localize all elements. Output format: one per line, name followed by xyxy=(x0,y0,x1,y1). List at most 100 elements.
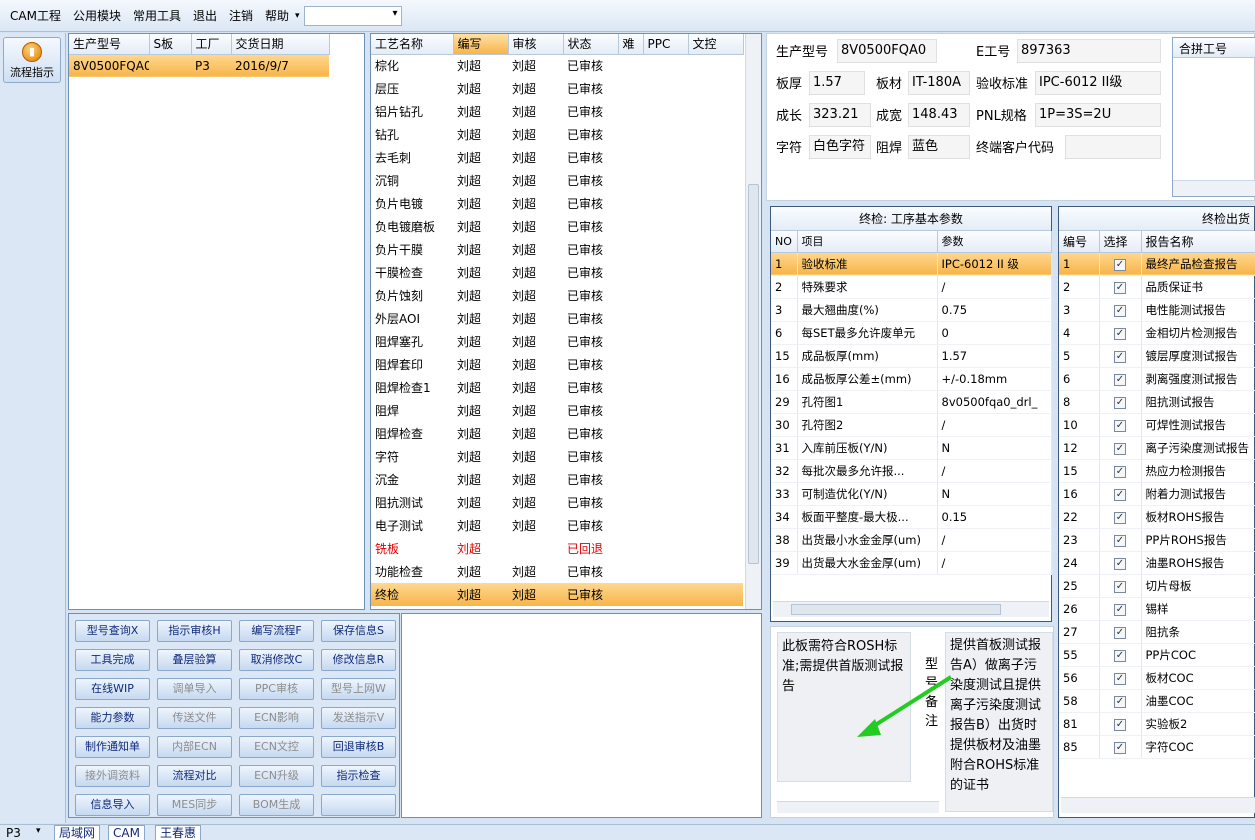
checkbox-checked-icon[interactable]: ✓ xyxy=(1114,650,1126,662)
scroll-thumb[interactable] xyxy=(791,604,1001,615)
report-row[interactable]: 5 ✓ 镀层厚度测试报告 xyxy=(1059,344,1255,368)
model-col-header[interactable]: 生产型号 xyxy=(69,34,150,55)
params-col-header[interactable]: 参数 xyxy=(937,231,1052,253)
chevron-down-icon[interactable]: ▾ xyxy=(295,11,300,21)
tab-user[interactable]: 王春惠 xyxy=(155,825,202,840)
process-row[interactable]: 铣板 刘超 已回退 xyxy=(371,537,743,560)
report-row[interactable]: 2 ✓ 品质保证书 xyxy=(1059,275,1255,299)
process-row[interactable]: 铝片钻孔 刘超 刘超 已审核 xyxy=(371,100,743,123)
action-button[interactable]: 取消修改C xyxy=(239,649,314,671)
combine-list[interactable]: 合拼工号 xyxy=(1172,37,1255,197)
notes-hscrollbar[interactable] xyxy=(777,801,939,813)
params-hscrollbar[interactable] xyxy=(773,601,1049,617)
process-col-header[interactable]: PPC xyxy=(643,34,689,55)
report-row[interactable]: 16 ✓ 附着力测试报告 xyxy=(1059,482,1255,506)
report-row[interactable]: 6 ✓ 剥离强度测试报告 xyxy=(1059,367,1255,391)
action-button[interactable]: 工具完成 xyxy=(75,649,150,671)
checkbox-checked-icon[interactable]: ✓ xyxy=(1114,305,1126,317)
params-row[interactable]: 16 成品板厚公差±(mm) +/-0.18mm xyxy=(771,367,1052,391)
action-button[interactable]: ECN文控 xyxy=(239,736,314,758)
tab-cam[interactable]: CAM xyxy=(108,825,145,840)
menu-item-3[interactable]: 退出 xyxy=(187,7,223,24)
checkbox-checked-icon[interactable]: ✓ xyxy=(1114,604,1126,616)
action-button[interactable]: MES同步 xyxy=(157,794,232,816)
menu-item-4[interactable]: 注销 xyxy=(223,7,259,24)
process-vscrollbar[interactable] xyxy=(745,34,761,609)
checkbox-checked-icon[interactable]: ✓ xyxy=(1114,397,1126,409)
checkbox-checked-icon[interactable]: ✓ xyxy=(1114,627,1126,639)
params-row[interactable]: 15 成品板厚(mm) 1.57 xyxy=(771,344,1052,368)
params-row[interactable]: 1 验收标准 IPC-6012 II 级 xyxy=(771,252,1052,276)
params-row[interactable]: 3 最大翘曲度(%) 0.75 xyxy=(771,298,1052,322)
report-row[interactable]: 27 ✓ 阻抗条 xyxy=(1059,620,1255,644)
report-row[interactable]: 22 ✓ 板材ROHS报告 xyxy=(1059,505,1255,529)
action-button[interactable]: 指示审核H xyxy=(157,620,232,642)
report-row[interactable]: 8 ✓ 阻抗测试报告 xyxy=(1059,390,1255,414)
checkbox-checked-icon[interactable]: ✓ xyxy=(1114,351,1126,363)
process-row[interactable]: 负片干膜 刘超 刘超 已审核 xyxy=(371,238,743,261)
params-row[interactable]: 38 出货最小水金金厚(um) / xyxy=(771,528,1052,552)
len-field[interactable]: 323.21 xyxy=(809,103,871,127)
report-row[interactable]: 4 ✓ 金相切片检测报告 xyxy=(1059,321,1255,345)
checkbox-checked-icon[interactable]: ✓ xyxy=(1114,489,1126,501)
checkbox-checked-icon[interactable]: ✓ xyxy=(1114,466,1126,478)
checkbox-checked-icon[interactable]: ✓ xyxy=(1114,512,1126,524)
prod-field[interactable]: 8V0500FQA0 xyxy=(837,39,937,63)
action-button[interactable]: 编写流程F xyxy=(239,620,314,642)
action-button[interactable]: 能力参数 xyxy=(75,707,150,729)
checkbox-checked-icon[interactable]: ✓ xyxy=(1114,581,1126,593)
action-button[interactable]: 传送文件 xyxy=(157,707,232,729)
process-row[interactable]: 负片电镀 刘超 刘超 已审核 xyxy=(371,192,743,215)
toolbar-dropdown[interactable] xyxy=(303,5,402,26)
checkbox-checked-icon[interactable]: ✓ xyxy=(1114,282,1126,294)
process-row[interactable]: 字符 刘超 刘超 已审核 xyxy=(371,445,743,468)
process-row[interactable]: 钻孔 刘超 刘超 已审核 xyxy=(371,123,743,146)
process-row[interactable]: 负电镀磨板 刘超 刘超 已审核 xyxy=(371,215,743,238)
report-row[interactable]: 12 ✓ 离子污染度测试报告 xyxy=(1059,436,1255,460)
mask-field[interactable]: 蓝色 xyxy=(908,135,970,159)
action-button[interactable]: 型号上网W xyxy=(321,678,396,700)
checkbox-checked-icon[interactable]: ✓ xyxy=(1114,443,1126,455)
note-right-text[interactable]: 提供首板测试报告A）做离子污染度测试且提供离子污染度测试报告B）出货时提供板材及… xyxy=(945,632,1053,812)
cust-field[interactable] xyxy=(1065,135,1161,159)
process-col-header[interactable]: 编写 xyxy=(453,34,509,55)
reports-col-header[interactable]: 编号 xyxy=(1059,231,1100,253)
process-row[interactable]: 外层AOI 刘超 刘超 已审核 xyxy=(371,307,743,330)
model-col-header[interactable]: 工厂 xyxy=(191,34,232,55)
params-row[interactable]: 29 孔符图1 8v0500fqa0_drl_ xyxy=(771,390,1052,414)
action-button[interactable]: 指示检查 xyxy=(321,765,396,787)
checkbox-checked-icon[interactable]: ✓ xyxy=(1114,742,1126,754)
report-row[interactable]: 3 ✓ 电性能测试报告 xyxy=(1059,298,1255,322)
scroll-thumb[interactable] xyxy=(748,184,759,564)
params-col-header[interactable]: NO xyxy=(771,231,798,253)
report-row[interactable]: 26 ✓ 锡样 xyxy=(1059,597,1255,621)
action-button[interactable]: ECN升级 xyxy=(239,765,314,787)
report-row[interactable]: 1 ✓ 最终产品检查报告 xyxy=(1059,252,1255,276)
params-row[interactable]: 2 特殊要求 / xyxy=(771,275,1052,299)
action-button[interactable]: 回退审核B xyxy=(321,736,396,758)
action-button[interactable]: 接外调资料 xyxy=(75,765,150,787)
process-row[interactable]: 终检 刘超 刘超 已审核 xyxy=(371,583,743,606)
params-row[interactable]: 33 可制造优化(Y/N) N xyxy=(771,482,1052,506)
checkbox-checked-icon[interactable]: ✓ xyxy=(1114,328,1126,340)
action-button[interactable]: 在线WIP xyxy=(75,678,150,700)
process-row[interactable]: 阻焊塞孔 刘超 刘超 已审核 xyxy=(371,330,743,353)
report-row[interactable]: 56 ✓ 板材COC xyxy=(1059,666,1255,690)
checkbox-checked-icon[interactable]: ✓ xyxy=(1114,673,1126,685)
report-row[interactable]: 24 ✓ 油墨ROHS报告 xyxy=(1059,551,1255,575)
flow-indicator-button[interactable]: ▮ 流程指示 xyxy=(3,37,61,83)
params-row[interactable]: 30 孔符图2/ xyxy=(771,413,1052,437)
report-row[interactable]: 81 ✓ 实验板2 xyxy=(1059,712,1255,736)
checkbox-checked-icon[interactable]: ✓ xyxy=(1114,535,1126,547)
params-row[interactable]: 31 入库前压板(Y/N) N xyxy=(771,436,1052,460)
menu-item-0[interactable]: CAM工程 xyxy=(4,7,67,24)
process-row[interactable]: 沉铜 刘超 刘超 已审核 xyxy=(371,169,743,192)
report-row[interactable]: 58 ✓ 油墨COC xyxy=(1059,689,1255,713)
process-col-header[interactable]: 文控 xyxy=(688,34,744,55)
report-row[interactable]: 85 ✓ 字符COC xyxy=(1059,735,1255,759)
action-button[interactable]: ECN影响 xyxy=(239,707,314,729)
thick-field[interactable]: 1.57 xyxy=(809,71,865,95)
process-row[interactable]: 电子测试 刘超 刘超 已审核 xyxy=(371,514,743,537)
process-row[interactable]: 阻焊检查 刘超 刘超 已审核 xyxy=(371,422,743,445)
report-row[interactable]: 55 ✓ PP片COC xyxy=(1059,643,1255,667)
